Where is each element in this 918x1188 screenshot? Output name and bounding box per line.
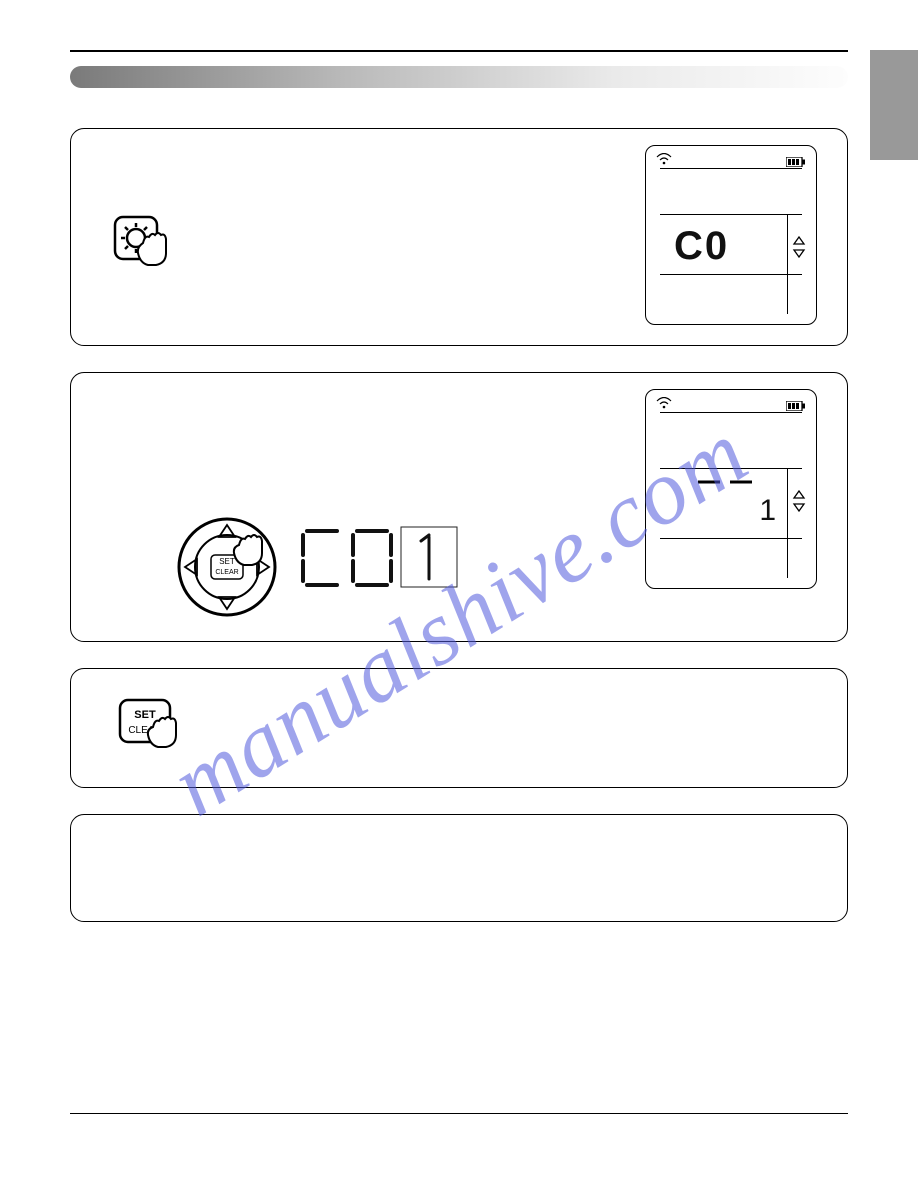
- step-box-4: [70, 814, 848, 922]
- up-down-arrow-icon: [792, 236, 806, 263]
- set-label: SET: [134, 709, 156, 721]
- page-footer-rule: [70, 1113, 848, 1114]
- step-box-3: SET CLEAR: [70, 668, 848, 788]
- settings-button-illustration: [111, 213, 171, 273]
- dpad-set-label: SET: [219, 557, 235, 566]
- set-clear-button-illustration: SET CLEAR: [117, 697, 185, 755]
- remote-display-step1: C0: [645, 145, 817, 325]
- dpad-illustration: SET CLEAR: [177, 517, 277, 617]
- step-box-1: C0: [70, 128, 848, 346]
- lcd-segment-main: C0: [674, 224, 729, 269]
- page-top-rule: [70, 50, 848, 52]
- battery-icon: [786, 154, 806, 172]
- dpad-clear-label: CLEAR: [215, 569, 238, 576]
- hand-pointer-icon: [234, 535, 262, 565]
- up-down-arrow-icon: [792, 490, 806, 517]
- step-box-2: SET CLEAR: [70, 372, 848, 642]
- lcd-dashes-icon: [696, 474, 756, 492]
- lcd-segment-small: 1: [759, 494, 778, 528]
- battery-icon: [786, 398, 806, 416]
- inline-segment-display: [301, 525, 461, 603]
- remote-display-step2: 1: [645, 389, 817, 589]
- page-side-tab: [870, 50, 918, 160]
- hand-pointer-icon: [138, 233, 166, 265]
- section-header-bar: [70, 66, 848, 88]
